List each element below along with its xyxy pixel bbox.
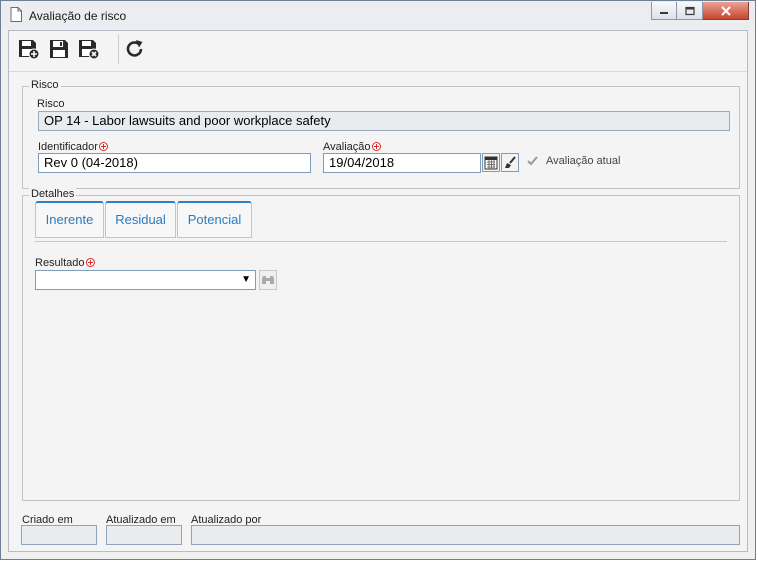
- required-icon: [98, 142, 108, 151]
- calendar-icon: [484, 156, 498, 170]
- required-icon: [85, 258, 95, 267]
- risco-group: Risco Risco OP 14 - Labor lawsuits and p…: [22, 79, 740, 189]
- restore-button[interactable]: [677, 2, 703, 20]
- dialog-window: Avaliação de risco Risco Risco OP 14 - L…: [0, 0, 756, 560]
- dialog-body: Risco Risco OP 14 - Labor lawsuits and p…: [8, 30, 748, 552]
- save-icon[interactable]: [47, 37, 71, 61]
- tab-potencial[interactable]: Potencial: [177, 201, 252, 238]
- resultado-label-text: Resultado: [35, 257, 85, 269]
- document-icon: [10, 7, 22, 22]
- required-icon: [371, 142, 381, 151]
- binoculars-icon[interactable]: [259, 270, 277, 290]
- risco-field[interactable]: OP 14 - Labor lawsuits and poor workplac…: [38, 111, 730, 131]
- identificador-field[interactable]: Rev 0 (04-2018): [38, 153, 311, 173]
- tab-divider: [35, 241, 727, 242]
- refresh-icon[interactable]: [123, 37, 147, 61]
- chevron-down-icon: ▼: [241, 274, 251, 285]
- close-icon: [720, 5, 731, 16]
- risco-label: Risco: [37, 98, 65, 110]
- window-title: Avaliação de risco: [29, 9, 127, 23]
- tab-inerente[interactable]: Inerente: [35, 201, 104, 238]
- resultado-select[interactable]: ▼: [35, 270, 256, 290]
- minimize-button[interactable]: [651, 2, 677, 20]
- restore-icon: [684, 6, 695, 15]
- atualizado-em-field: [106, 525, 182, 545]
- avaliacao-label-text: Avaliação: [323, 141, 371, 153]
- avaliacao-atual-label: Avaliação atual: [546, 155, 621, 167]
- calendar-button[interactable]: [482, 153, 500, 172]
- save-new-icon[interactable]: [17, 37, 41, 61]
- eraser-brush-icon: [505, 156, 516, 168]
- criado-em-field: [21, 525, 97, 545]
- minimize-icon: [660, 11, 668, 14]
- detalhes-group: Detalhes Inerente Residual Potencial Res…: [22, 188, 740, 501]
- tab-residual[interactable]: Residual: [105, 201, 176, 238]
- detalhes-legend: Detalhes: [29, 188, 77, 200]
- resultado-label: Resultado: [35, 257, 95, 269]
- risco-legend: Risco: [29, 79, 61, 91]
- clear-date-button[interactable]: [501, 153, 519, 172]
- save-close-icon[interactable]: [77, 37, 101, 61]
- toolbar: [9, 31, 747, 72]
- avaliacao-date-field[interactable]: 19/04/2018: [323, 153, 481, 173]
- close-button[interactable]: [703, 2, 749, 20]
- window-controls: [651, 2, 749, 20]
- identificador-label-text: Identificador: [38, 141, 98, 153]
- title-bar: Avaliação de risco: [1, 1, 755, 30]
- avaliacao-atual-checkbox[interactable]: [526, 154, 539, 167]
- atualizado-por-field: [191, 525, 740, 545]
- avaliacao-label: Avaliação: [323, 141, 381, 153]
- identificador-label: Identificador: [38, 141, 108, 153]
- toolbar-separator: [118, 34, 119, 64]
